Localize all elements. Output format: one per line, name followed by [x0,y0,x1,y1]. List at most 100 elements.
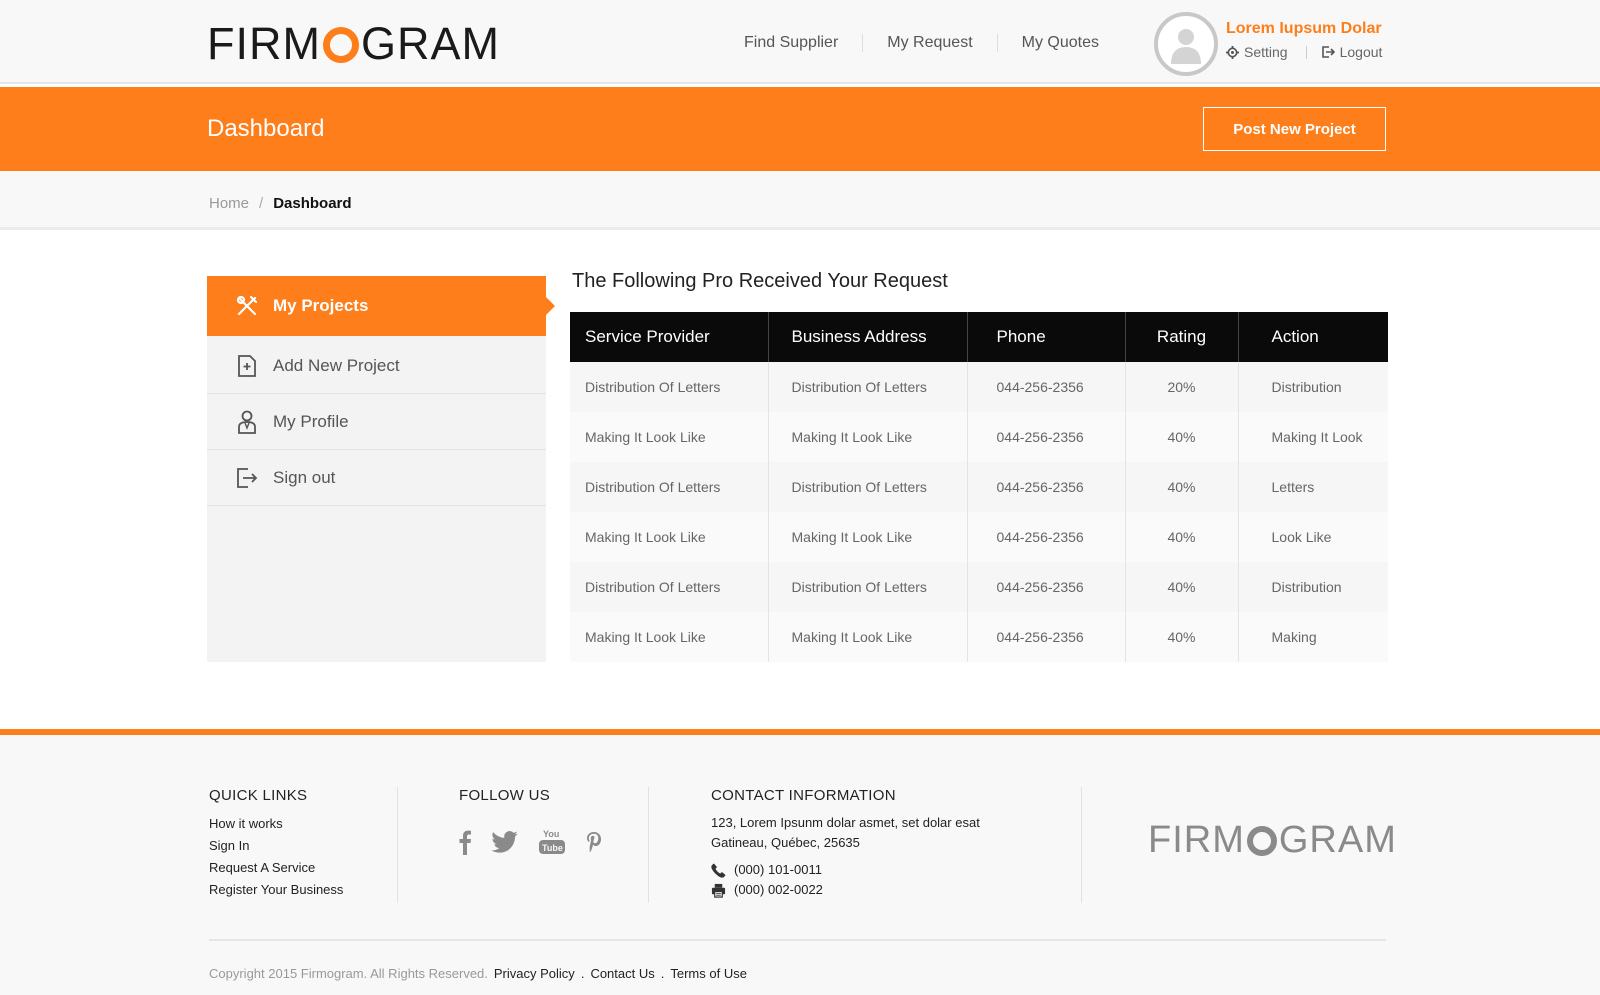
sidebar-item-label: My Profile [273,411,349,431]
follow-us-section: FOLLOW US You Tube [459,787,602,856]
table-row: Making It Look Like Making It Look Like … [570,412,1388,462]
footer-link-sign-in[interactable]: Sign In [209,835,343,857]
cell-service-provider: Distribution Of Letters [570,362,769,412]
logo-o-mark [322,27,359,63]
user-links: Setting Logout [1226,44,1382,60]
breadcrumb-separator: / [259,195,264,212]
sidebar-item-my-profile[interactable]: My Profile [207,394,546,450]
contact-section: CONTACT INFORMATION 123, Lorem Ipsunm do… [711,787,980,900]
footer-logo-text-end: GRAM [1278,819,1397,861]
fax-number: (000) 002-0022 [734,882,823,897]
table-row: Distribution Of Letters Distribution Of … [570,562,1388,612]
page-title-band: Dashboard Post New Project [0,87,1600,171]
cell-action[interactable]: Making It Look [1238,412,1388,462]
cell-rating: 40% [1125,412,1239,462]
footer-logo[interactable]: FIRM GRAM [1148,819,1397,862]
cell-action[interactable]: Letters [1238,462,1388,512]
logout-link[interactable]: Logout [1321,44,1383,60]
col-service-provider[interactable]: Service Provider [570,312,769,362]
cell-business-address: Distribution Of Letters [768,562,968,612]
cell-phone: 044-256-2356 [967,412,1126,462]
nav-my-request[interactable]: My Request [863,34,998,52]
sign-out-icon [235,466,259,490]
cell-phone: 044-256-2356 [967,612,1126,662]
footer-divider [1081,787,1082,903]
cell-business-address: Distribution Of Letters [768,362,968,412]
cell-rating: 40% [1125,462,1239,512]
youtube-icon[interactable]: You Tube [538,828,566,856]
facebook-icon[interactable] [459,829,471,855]
twitter-icon[interactable] [491,831,518,853]
sidebar-item-label: My Projects [273,296,369,315]
follow-us-title: FOLLOW US [459,787,551,804]
footer-divider [648,787,649,903]
copyright-text: Copyright 2015 Firmogram. All Rights Res… [209,966,488,981]
tools-icon [235,294,259,318]
cell-rating: 40% [1125,512,1239,562]
cell-phone: 044-256-2356 [967,512,1126,562]
cell-action[interactable]: Distribution [1238,562,1388,612]
breadcrumb-bar: Home / Dashboard [0,171,1600,230]
cell-rating: 20% [1125,362,1239,412]
logout-label: Logout [1339,44,1383,60]
link-separator: . [660,966,665,981]
sidebar-item-label: Sign out [273,467,336,487]
col-phone[interactable]: Phone [967,312,1126,362]
cell-action[interactable]: Making [1238,612,1388,662]
sidebar-item-add-new-project[interactable]: Add New Project [207,338,546,394]
add-document-icon [235,354,259,378]
main-nav: Find Supplier My Request My Quotes [728,34,1123,52]
footer-link-request-service[interactable]: Request A Service [209,857,343,879]
terms-of-use-link[interactable]: Terms of Use [670,966,747,981]
sidebar-item-sign-out[interactable]: Sign out [207,450,546,506]
table-header-row: Service Provider Business Address Phone … [570,312,1388,362]
phone-icon [711,863,726,878]
cell-business-address: Making It Look Like [768,612,968,662]
post-new-project-button[interactable]: Post New Project [1203,107,1386,151]
cell-action[interactable]: Distribution [1238,362,1388,412]
setting-label: Setting [1244,44,1288,60]
person-icon [235,410,259,434]
footer-link-how-it-works[interactable]: How it works [209,813,343,835]
col-rating[interactable]: Rating [1125,312,1239,362]
sidebar: My Projects Add New Project My Profile S… [207,276,555,662]
privacy-policy-link[interactable]: Privacy Policy [494,966,575,981]
site-header: FIRM GRAM Find Supplier My Request My Quo… [0,0,1600,84]
pinterest-icon[interactable] [586,831,602,853]
phone-row: (000) 101-0011 [711,860,980,880]
nav-find-supplier[interactable]: Find Supplier [728,34,864,52]
nav-my-quotes[interactable]: My Quotes [998,34,1123,52]
breadcrumb-home[interactable]: Home [209,195,249,212]
footer-divider-line [209,939,1386,941]
avatar[interactable] [1154,12,1218,76]
col-action[interactable]: Action [1238,312,1388,362]
breadcrumb: Home / Dashboard [209,195,352,212]
logo[interactable]: FIRM GRAM [207,18,500,69]
table-row: Making It Look Like Making It Look Like … [570,512,1388,562]
table-row: Distribution Of Letters Distribution Of … [570,362,1388,412]
table-title: The Following Pro Received Your Request [572,270,948,292]
breadcrumb-current: Dashboard [273,195,352,212]
quick-links-title: QUICK LINKS [209,787,308,804]
requests-table: Service Provider Business Address Phone … [570,312,1388,662]
sidebar-item-my-projects[interactable]: My Projects [207,276,555,336]
cell-service-provider: Distribution Of Letters [570,462,769,512]
setting-link[interactable]: Setting [1226,44,1288,60]
contact-us-link[interactable]: Contact Us [590,966,654,981]
cell-service-provider: Making It Look Like [570,412,769,462]
cell-phone: 044-256-2356 [967,562,1126,612]
footer-bottom: Copyright 2015 Firmogram. All Rights Res… [209,966,747,981]
phone-number[interactable]: (000) 101-0011 [734,860,822,880]
cell-action[interactable]: Look Like [1238,512,1388,562]
cell-business-address: Making It Look Like [768,512,968,562]
fax-row: (000) 002-0022 [711,880,980,900]
footer-link-register-business[interactable]: Register Your Business [209,879,343,901]
cell-phone: 044-256-2356 [967,462,1126,512]
col-business-address[interactable]: Business Address [768,312,968,362]
user-name[interactable]: Lorem Iupsum Dolar [1226,20,1382,38]
contact-title: CONTACT INFORMATION [711,787,896,804]
logo-text-start: FIRM [207,18,321,69]
page-title: Dashboard [207,115,325,142]
cell-rating: 40% [1125,562,1239,612]
footer-logo-text-start: FIRM [1148,819,1245,861]
